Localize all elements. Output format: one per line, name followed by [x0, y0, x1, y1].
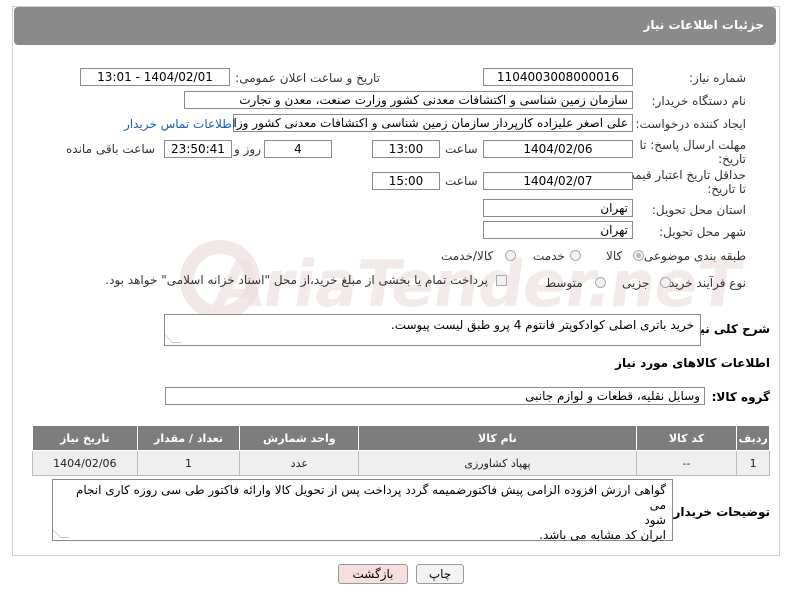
cell-need-date: 1404/02/06 [32, 450, 138, 476]
table-header-row: ردیف کد کالا نام کالا واحد شمارش تعداد /… [32, 425, 770, 451]
cell-quantity: 1 [136, 450, 241, 476]
resize-grip-icon[interactable] [163, 334, 182, 343]
payment-checkbox[interactable] [496, 275, 507, 286]
process-option-medium: متوسط [545, 276, 583, 290]
deadline-label-1: مهلت ارسال پاسخ: تا [639, 138, 746, 152]
deadline-time-label: ساعت [445, 142, 478, 156]
goods-group-label: گروه کالا: [711, 390, 770, 404]
table-row[interactable]: 1 -- پهپاد کشاورزی عدد 1 1404/02/06 [32, 450, 770, 476]
city-label: شهر محل تحویل: [659, 225, 746, 239]
goods-section-title: اطلاعات کالاهای مورد نیاز [615, 356, 770, 370]
print-button[interactable]: چاپ [416, 564, 464, 584]
buyer-notes-line-2: شود [644, 513, 666, 527]
creator-field: علی اصغر علیزاده کارپرداز سازمان زمین شن… [233, 114, 633, 132]
category-option-goods: کالا [606, 249, 623, 263]
deadline-label-2: تاریخ: [718, 152, 746, 166]
description-text: خرید باتری اصلی کوادکوپتر فانتوم 4 پرو ط… [390, 318, 694, 332]
min-price-label-1: حداقل تاریخ اعتبار قیمت: [619, 168, 746, 182]
remaining-time-field: 23:50:41 [164, 140, 232, 158]
creator-label: ایجاد کننده درخواست: [635, 117, 746, 131]
cell-unit: عدد [239, 450, 360, 476]
cell-goods-code: -- [635, 450, 738, 476]
col-need-date: تاریخ نیاز [32, 425, 138, 451]
category-option-both: کالا/خدمت [441, 249, 494, 263]
province-field: تهران [483, 199, 633, 217]
deadline-time-field: 13:00 [372, 140, 440, 158]
need-number-label: شماره نیاز: [689, 71, 746, 85]
city-field: تهران [483, 221, 633, 239]
category-radio-both[interactable] [505, 250, 516, 261]
buyer-notes-line-3: ایران کد مشابه می باشد. [539, 528, 666, 542]
need-number-field: 1104003008000016 [483, 68, 633, 86]
buyer-org-field: سازمان زمین شناسی و اکتشافات معدنی کشور … [184, 91, 633, 109]
col-row-number: ردیف [736, 425, 770, 451]
description-textarea[interactable]: خرید باتری اصلی کوادکوپتر فانتوم 4 پرو ط… [163, 314, 701, 346]
day-and-label: روز و [234, 142, 261, 156]
buyer-notes-textarea[interactable]: گواهی ارزش افزوده الزامی پیش فاکتورضمیمه… [51, 479, 673, 542]
day-count-field: 4 [264, 140, 332, 158]
col-quantity: تعداد / مقدار [136, 425, 241, 451]
province-label: استان محل تحویل: [651, 203, 746, 217]
cell-goods-name: پهپاد کشاورزی [358, 450, 637, 476]
process-option-minor: جزیی [622, 276, 650, 290]
back-button[interactable]: بازگشت [338, 564, 408, 584]
deadline-date-field: 1404/02/06 [483, 140, 633, 158]
min-price-time-field: 15:00 [372, 172, 440, 190]
announce-label: تاریخ و ساعت اعلان عمومی: [235, 71, 380, 85]
min-price-label-2: تا تاریخ: [707, 182, 746, 196]
remaining-label: ساعت باقی مانده [66, 142, 156, 156]
col-goods-code: کد کالا [635, 425, 738, 451]
process-label: نوع فرآیند خرید : [661, 276, 746, 290]
announce-field: 1404/02/01 - 13:01 [80, 68, 230, 86]
goods-table: ردیف کد کالا نام کالا واحد شمارش تعداد /… [32, 425, 770, 476]
col-unit: واحد شمارش [239, 425, 360, 451]
panel-header: جزئیات اطلاعات نیاز [14, 7, 776, 45]
min-price-date-field: 1404/02/07 [483, 172, 633, 190]
panel-title: جزئیات اطلاعات نیاز [643, 18, 764, 32]
category-radio-goods[interactable] [633, 250, 644, 261]
category-option-service: خدمت [533, 249, 565, 263]
goods-group-field: وسایل نقلیه، قطعات و لوازم جانبی [165, 387, 705, 405]
cell-row-number: 1 [736, 450, 770, 476]
col-goods-name: نام کالا [358, 425, 637, 451]
buyer-org-label: نام دستگاه خریدار: [651, 94, 747, 108]
min-price-time-label: ساعت [445, 174, 478, 188]
process-radio-medium[interactable] [595, 277, 606, 288]
category-label: طبقه بندی موضوعی: [639, 249, 746, 263]
buyer-notes-label: توضیحات خریدار: [668, 505, 770, 519]
process-radio-minor[interactable] [660, 277, 671, 288]
buyer-notes-line-1: گواهی ارزش افزوده الزامی پیش فاکتورضمیمه… [75, 483, 666, 512]
category-radio-service[interactable] [570, 250, 581, 261]
contact-buyer-link[interactable]: اطلاعات تماس خریدار [124, 117, 235, 131]
payment-note: پرداخت تمام یا بخشی از مبلغ خرید،از محل … [105, 273, 488, 287]
